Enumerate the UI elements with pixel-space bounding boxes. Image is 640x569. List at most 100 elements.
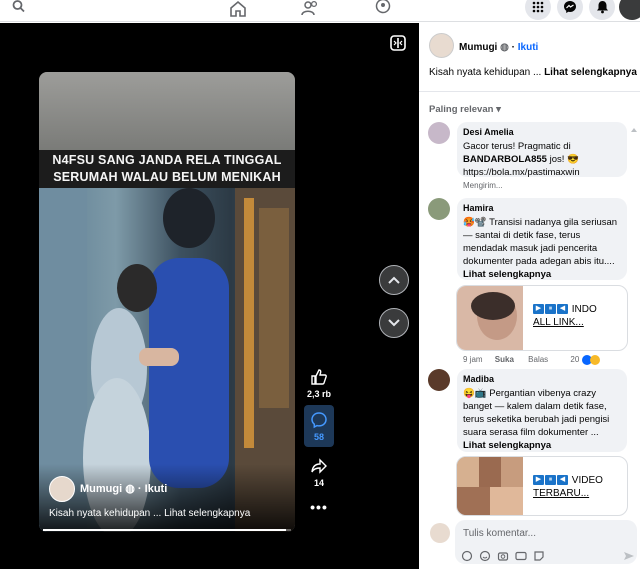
video-author-name[interactable]: Mumugi: [80, 483, 122, 495]
commenter-avatar[interactable]: [428, 198, 450, 220]
video-stage: N4FSU SANG JANDA RELA TINGGAL SERUMAH WA…: [0, 23, 419, 569]
comment-author[interactable]: Hamira: [463, 202, 621, 215]
link-thumbnail: [457, 457, 523, 515]
scroll-up-icon: [631, 128, 637, 132]
sort-dropdown[interactable]: Paling relevan ▾: [429, 104, 501, 115]
play-icon: ▶: [533, 475, 544, 486]
back-icon: ◀: [557, 304, 568, 315]
comment-author[interactable]: Desi Amelia: [463, 126, 621, 139]
link-title-line1: VIDEO: [569, 475, 603, 486]
comment-like-link[interactable]: Suka: [495, 355, 514, 364]
gif-icon[interactable]: [515, 550, 527, 562]
sticker-icon[interactable]: [533, 550, 545, 562]
share-icon: [311, 458, 327, 474]
search-icon[interactable]: [10, 0, 28, 18]
post-author-avatar[interactable]: [429, 33, 454, 58]
video-frame-top: [39, 72, 295, 150]
comment-icon: [311, 412, 327, 429]
post-caption: Kisah nyata kehidupan ... Lihat selengka…: [429, 67, 637, 78]
notifications-button[interactable]: [589, 0, 615, 20]
send-icon[interactable]: [623, 550, 635, 562]
friends-icon[interactable]: [300, 0, 320, 18]
comment-text-line2: jos! 😎: [546, 154, 579, 165]
comment-composer: Tulis komentar...: [419, 520, 640, 569]
post-caption-text: Kisah nyata kehidupan ...: [429, 67, 545, 78]
link-title-line1: INDO: [569, 304, 597, 315]
comment-see-more[interactable]: Lihat selengkapnya: [463, 440, 551, 451]
separator: ·: [137, 483, 142, 495]
link-preview-card[interactable]: ▶ ⏸ ◀ VIDEO TERBARU...: [456, 456, 628, 516]
share-count: 14: [313, 478, 324, 488]
comment-input-placeholder: Tulis komentar...: [463, 528, 536, 539]
composer-tools: [461, 550, 545, 562]
comment-text-line1: Gacor terus! Pragmatic di: [463, 141, 571, 152]
like-count: 2,3 rb: [306, 389, 331, 399]
home-icon[interactable]: [228, 0, 248, 18]
link-title: ▶ ⏸ ◀ VIDEO TERBARU...: [533, 474, 603, 500]
video-player[interactable]: N4FSU SANG JANDA RELA TINGGAL SERUMAH WA…: [39, 72, 295, 532]
divider: [419, 91, 640, 92]
commenter-avatar[interactable]: [428, 369, 450, 391]
comment-bold-text: BANDARBOLA855: [463, 154, 547, 165]
post-follow-link[interactable]: Ikuti: [518, 42, 539, 53]
menu-grid-button[interactable]: [525, 0, 551, 20]
comment-bubble: Desi Amelia Gacor terus! Pragmatic di BA…: [457, 122, 627, 179]
comment-author[interactable]: Madiba: [463, 373, 621, 386]
wow-reaction-icon: [589, 355, 600, 365]
pause-icon: ⏸: [545, 304, 556, 315]
post-author-name[interactable]: Mumugi: [459, 42, 497, 53]
link-title-line2: TERBARU...: [533, 488, 590, 499]
menu-grid-icon: [532, 1, 544, 13]
next-video-button[interactable]: [379, 308, 409, 338]
comment-action[interactable]: 58: [304, 405, 334, 447]
globe-icon: ◍: [500, 42, 509, 53]
comment-reply-link[interactable]: Balas: [528, 355, 548, 364]
notifications-icon: [596, 1, 608, 14]
video-progress-bar[interactable]: [43, 529, 291, 531]
comment-see-more[interactable]: Lihat selengkapnya: [463, 269, 551, 280]
profile-avatar[interactable]: [619, 0, 640, 20]
comment-action-box: 58: [304, 405, 334, 447]
comment-meta: 9 jam Suka Balas 20: [463, 355, 600, 365]
messenger-button[interactable]: [557, 0, 583, 20]
comment-bubble: Madiba 😝📺 Pergantian vibenya crazy bange…: [457, 369, 627, 452]
link-preview-card[interactable]: ▶ ⏸ ◀ INDO ALL LINK...: [456, 285, 628, 351]
post-see-more-link[interactable]: Lihat selengkapnya: [544, 67, 637, 78]
comment-time[interactable]: 9 jam: [463, 355, 483, 364]
more-options-button[interactable]: •••: [304, 498, 334, 515]
expand-icon[interactable]: [389, 34, 407, 52]
emoji-icon[interactable]: [479, 550, 491, 562]
comment-url[interactable]: https://bola.mx/pastimaxwin: [463, 166, 621, 179]
like-action[interactable]: 2,3 rb: [304, 368, 334, 399]
video-author-avatar[interactable]: [49, 476, 75, 502]
previous-video-button[interactable]: [379, 265, 409, 295]
scrollbar[interactable]: [630, 122, 638, 492]
groups-icon[interactable]: [373, 0, 393, 18]
comment-text: 😝📺 Pergantian vibenya crazy banget — kal…: [463, 387, 621, 452]
video-follow-link[interactable]: Ikuti: [145, 483, 168, 495]
avatar-sticker-icon[interactable]: [461, 550, 473, 562]
camera-icon[interactable]: [497, 550, 509, 562]
post-author-line: Mumugi ◍ · Ikuti: [459, 42, 538, 53]
comment-input[interactable]: Tulis komentar...: [455, 520, 637, 564]
reaction-count[interactable]: 20: [570, 355, 579, 364]
link-thumbnail: [457, 286, 523, 350]
pause-icon: ⏸: [545, 475, 556, 486]
composer-avatar: [430, 523, 450, 543]
comment-status: Mengirim...: [463, 181, 503, 190]
chevron-up-icon: [388, 276, 400, 284]
comment-count: 58: [313, 432, 324, 442]
link-title-line2: ALL LINK...: [533, 317, 584, 328]
like-icon: [311, 369, 327, 385]
video-caption[interactable]: Kisah nyata kehidupan ... Lihat selengka…: [49, 508, 250, 519]
comment-body: 😝📺 Pergantian vibenya crazy banget — kal…: [463, 388, 610, 438]
share-action[interactable]: 14: [304, 457, 334, 488]
globe-icon: ◍: [125, 483, 135, 495]
separator: ·: [511, 42, 515, 53]
video-overlay-line2: SERUMAH WALAU BELUM MENIKAH: [53, 170, 281, 184]
video-info-overlay: Mumugi ◍ · Ikuti Kisah nyata kehidupan .…: [39, 464, 295, 532]
messenger-icon: [564, 1, 576, 13]
sort-label: Paling relevan: [429, 104, 494, 115]
commenter-avatar[interactable]: [428, 122, 450, 144]
play-icon: ▶: [533, 304, 544, 315]
